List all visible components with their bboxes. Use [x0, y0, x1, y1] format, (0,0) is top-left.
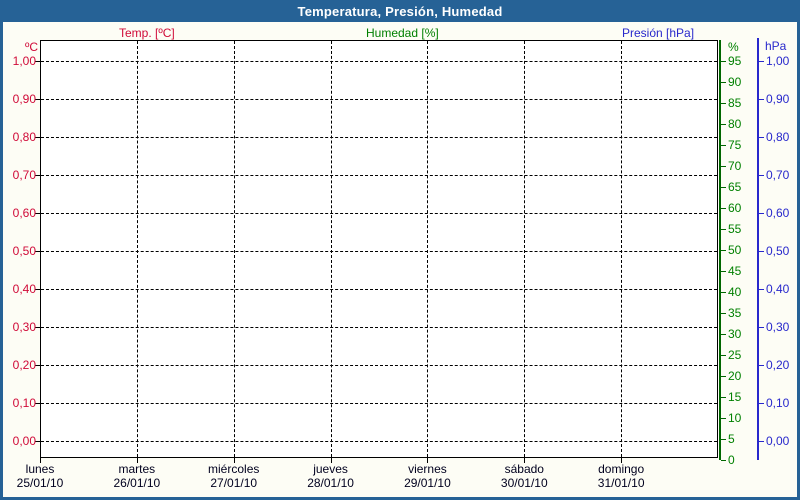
- title-bar: Temperatura, Presión, Humedad: [0, 0, 800, 22]
- chart-background: [3, 22, 797, 497]
- chart-window: Temperatura, Presión, Humedad Temp. [ºC]…: [0, 0, 800, 500]
- page-title: Temperatura, Presión, Humedad: [297, 3, 503, 19]
